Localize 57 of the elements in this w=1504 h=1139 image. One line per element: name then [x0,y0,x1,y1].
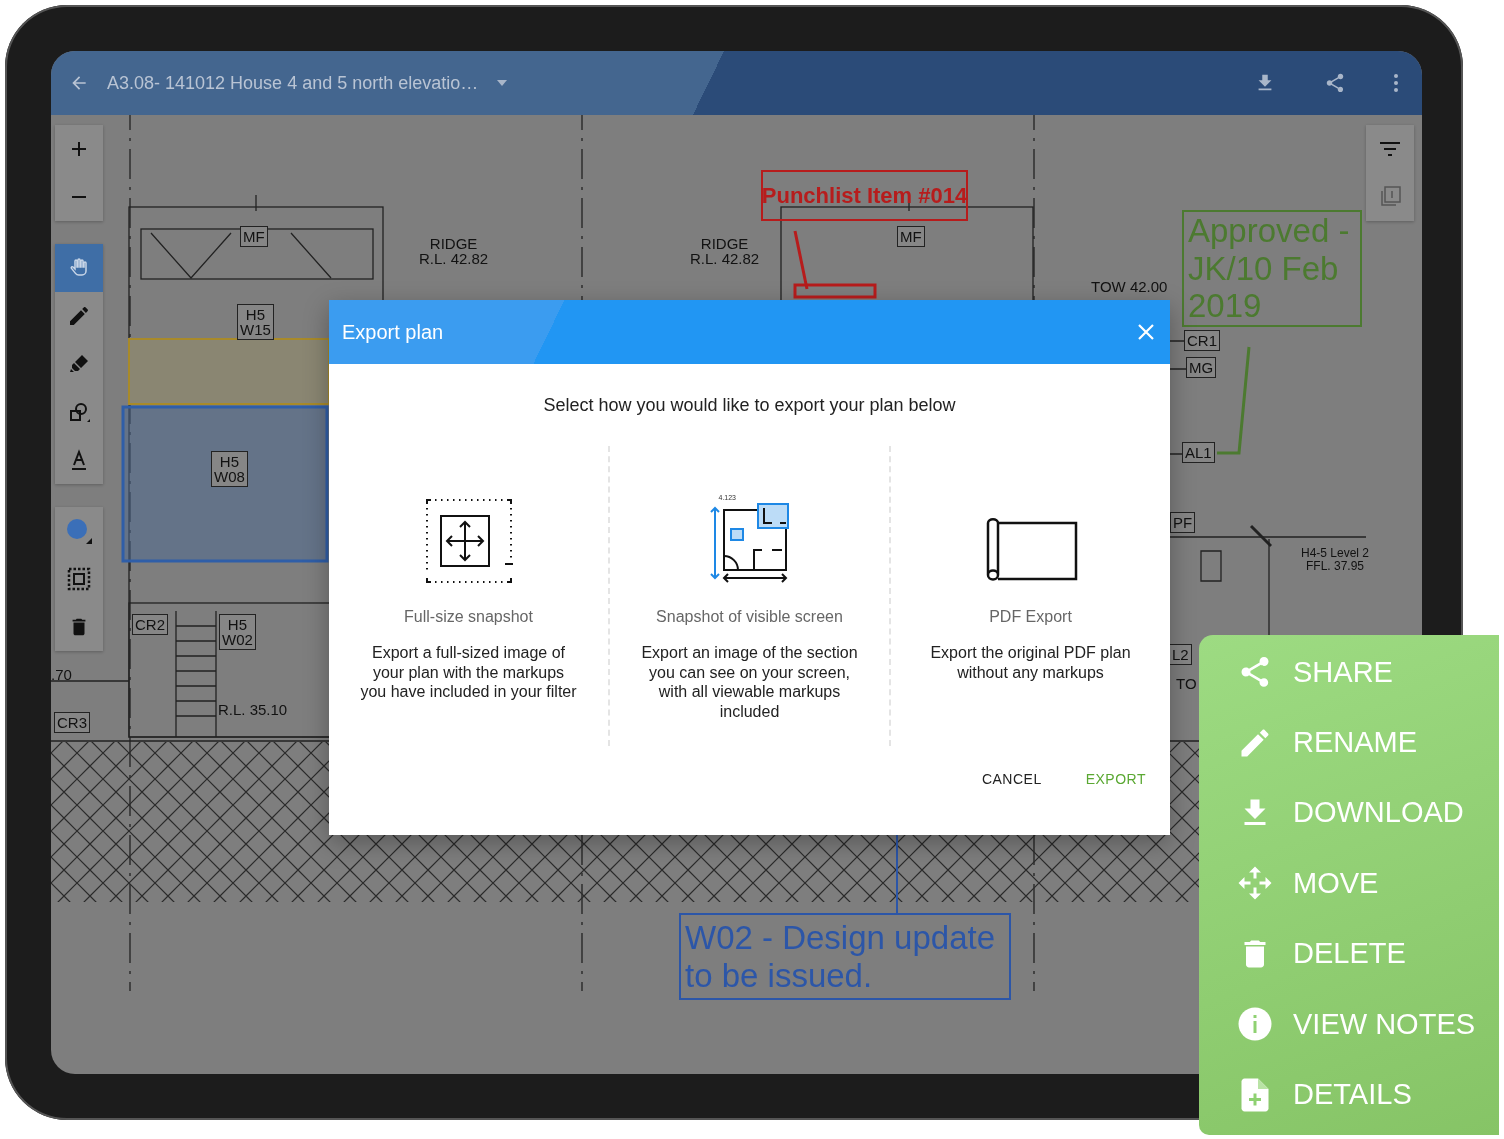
move-menu-item[interactable]: MOVE [1237,848,1499,919]
tag-label: MG [1186,357,1217,378]
elevation-label: TO [1176,676,1197,691]
details-menu-item[interactable]: DETAILS [1237,1059,1499,1130]
option-description: Export a full-sized image of your plan with the markups you have included in your filter [359,643,578,702]
elevation-label: RIDGE R.L. 42.82 [419,236,489,266]
dialog-prompt: Select how you would like to export your plan below [542,395,957,416]
tag-label: CR1 [1184,330,1220,351]
elevation-label: RIDGE R.L. 42.82 [690,236,760,266]
tag-label: CR3 [54,712,90,733]
tag-label: L2 [1169,644,1192,665]
share-icon[interactable] [1324,72,1346,94]
download-menu-item[interactable]: DOWNLOAD [1237,777,1499,849]
elevation-label: R.L. 35.10 [218,702,288,717]
option-title[interactable]: Snapshot of visible screen [656,608,843,626]
dialog-title: Export plan [342,320,444,344]
layers-icon [1379,186,1401,208]
minus-icon [72,196,86,198]
pen-icon [67,304,91,328]
shapes-icon [67,400,91,424]
tag-label: H5 W15 [237,304,274,340]
punchlist-markup[interactable]: Punchlist Item #014 [761,170,968,221]
info-icon [1237,1006,1273,1043]
caret-icon[interactable] [496,79,509,87]
note-markup[interactable]: W02 - Design update to be issued. [679,913,1011,1000]
option-title[interactable]: Full-size snapshot [404,608,533,626]
option-description: Export an image of the section you can see on your screen, with all viewable markups included [640,643,859,721]
move-icon [1237,865,1273,902]
full-size-snapshot-icon [424,498,513,584]
tag-label: AL1 [1182,442,1215,463]
tag-label: MF [897,226,925,247]
share-menu-item[interactable]: SHARE [1237,637,1499,708]
notes-menu-item[interactable]: VIEW NOTES [1237,988,1499,1060]
plan-title[interactable]: A3.08- 141012 House 4 and 5 north elevatio… [107,72,479,94]
option-title[interactable]: PDF Export [989,608,1072,626]
tag-label: H5 W08 [211,451,248,487]
more-icon[interactable] [1394,74,1398,92]
cancel-button[interactable]: CANCEL [969,763,1054,795]
approval-markup[interactable]: Approved - JK/10 Feb 2019 [1182,210,1362,327]
tag-label: MF [240,226,268,247]
export-button[interactable]: EXPORT [1073,763,1158,795]
elevation-label: .70 [51,667,72,682]
elevation-label: TOW 42.00 [1091,279,1168,294]
elevation-label: H4-5 Level 2 FFL. 37.95 [1301,547,1370,573]
rename-menu-item[interactable]: RENAME [1237,707,1499,778]
hand-tool-button[interactable] [55,244,103,292]
delete-menu-item[interactable]: DELETE [1237,918,1499,989]
tag-label: H5 W02 [219,614,256,650]
tag-label: CR2 [132,614,168,635]
color-swatch-icon [66,518,92,544]
plus-icon [72,142,86,156]
filter-icon [1380,142,1400,156]
selection-icon [67,567,91,591]
option-description: Export the original PDF plan without any markups [929,643,1132,682]
tag-label: PF [1170,512,1196,533]
close-icon[interactable] [1138,324,1154,340]
wall-outline [1200,550,1222,582]
